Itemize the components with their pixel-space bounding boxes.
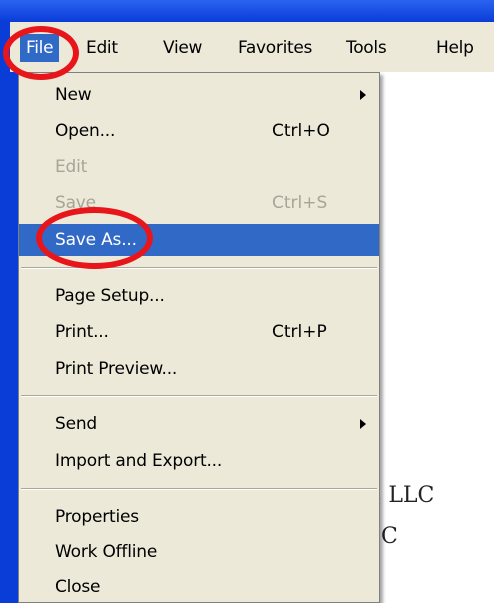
menu-item-open[interactable]: Open... Ctrl+O bbox=[19, 115, 379, 147]
submenu-arrow-icon bbox=[360, 90, 366, 100]
menu-item-shortcut: Ctrl+O bbox=[272, 121, 330, 141]
menu-item-label: Open... bbox=[55, 121, 116, 141]
menu-item-print[interactable]: Print... Ctrl+P bbox=[19, 316, 379, 348]
menu-item-label: Edit bbox=[55, 157, 88, 177]
menu-item-label: Send bbox=[55, 414, 98, 434]
submenu-arrow-icon bbox=[360, 419, 366, 429]
menu-item-import-export[interactable]: Import and Export... bbox=[19, 445, 379, 477]
menu-item-properties[interactable]: Properties bbox=[19, 501, 379, 533]
menu-item-label: Properties bbox=[55, 507, 139, 527]
menu-item-edit: Edit bbox=[19, 151, 379, 183]
menu-item-work-offline[interactable]: Work Offline bbox=[19, 536, 379, 568]
menu-edit[interactable]: Edit bbox=[86, 35, 118, 61]
menu-help[interactable]: Help bbox=[436, 35, 474, 61]
menu-item-print-preview[interactable]: Print Preview... bbox=[19, 353, 379, 385]
menu-item-shortcut: Ctrl+P bbox=[272, 322, 327, 342]
menu-item-label: Work Offline bbox=[55, 542, 158, 562]
menu-favorites[interactable]: Favorites bbox=[238, 35, 312, 61]
file-menu-dropdown: New Open... Ctrl+O Edit Save Ctrl+S Save… bbox=[18, 72, 380, 603]
menu-item-new[interactable]: New bbox=[19, 79, 379, 111]
menu-item-label: Close bbox=[55, 577, 101, 597]
file-menu-annotation-circle bbox=[3, 26, 79, 80]
menu-view[interactable]: View bbox=[163, 35, 202, 61]
menu-item-label: Print... bbox=[55, 322, 109, 342]
menu-item-close[interactable]: Close bbox=[19, 571, 379, 603]
menu-bar: File Edit View Favorites Tools Help bbox=[10, 22, 494, 72]
save-as-annotation-circle bbox=[36, 207, 153, 269]
menu-separator bbox=[21, 395, 377, 397]
window-title-bar bbox=[0, 0, 494, 22]
menu-item-label: Print Preview... bbox=[55, 359, 178, 379]
menu-item-send[interactable]: Send bbox=[19, 408, 379, 440]
menu-item-label: Import and Export... bbox=[55, 451, 223, 471]
document-text-line: C bbox=[381, 524, 398, 549]
menu-item-label: Page Setup... bbox=[55, 286, 165, 306]
menu-item-shortcut: Ctrl+S bbox=[272, 193, 328, 213]
menu-item-label: New bbox=[55, 85, 92, 105]
menu-separator bbox=[21, 488, 377, 490]
window-border bbox=[10, 72, 18, 603]
menu-tools[interactable]: Tools bbox=[346, 35, 387, 61]
menu-item-page-setup[interactable]: Page Setup... bbox=[19, 280, 379, 312]
